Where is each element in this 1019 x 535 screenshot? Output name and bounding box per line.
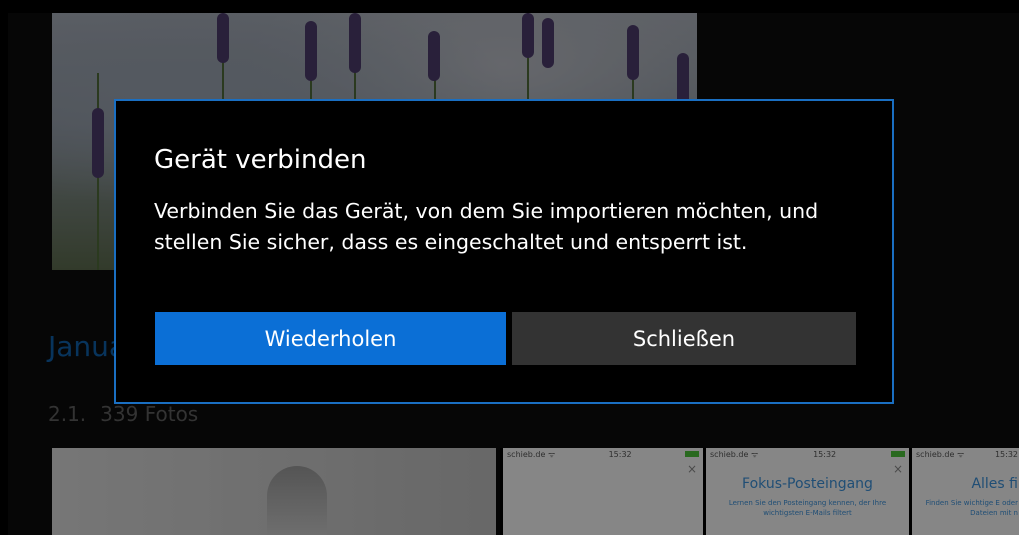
dialog-title: Gerät verbinden	[154, 145, 367, 175]
window-edge	[0, 0, 8, 535]
connect-device-dialog: Gerät verbinden Verbinden Sie das Gerät,…	[114, 99, 894, 404]
dialog-message: Verbinden Sie das Gerät, von dem Sie imp…	[154, 199, 819, 254]
retry-button[interactable]: Wiederholen	[155, 312, 506, 365]
close-button[interactable]: Schließen	[512, 312, 856, 365]
photos-app-window: Januar 2.1. 339 Fotos schieb.de ᯤ 15:32 ×…	[0, 0, 1019, 535]
window-edge	[0, 0, 1019, 13]
